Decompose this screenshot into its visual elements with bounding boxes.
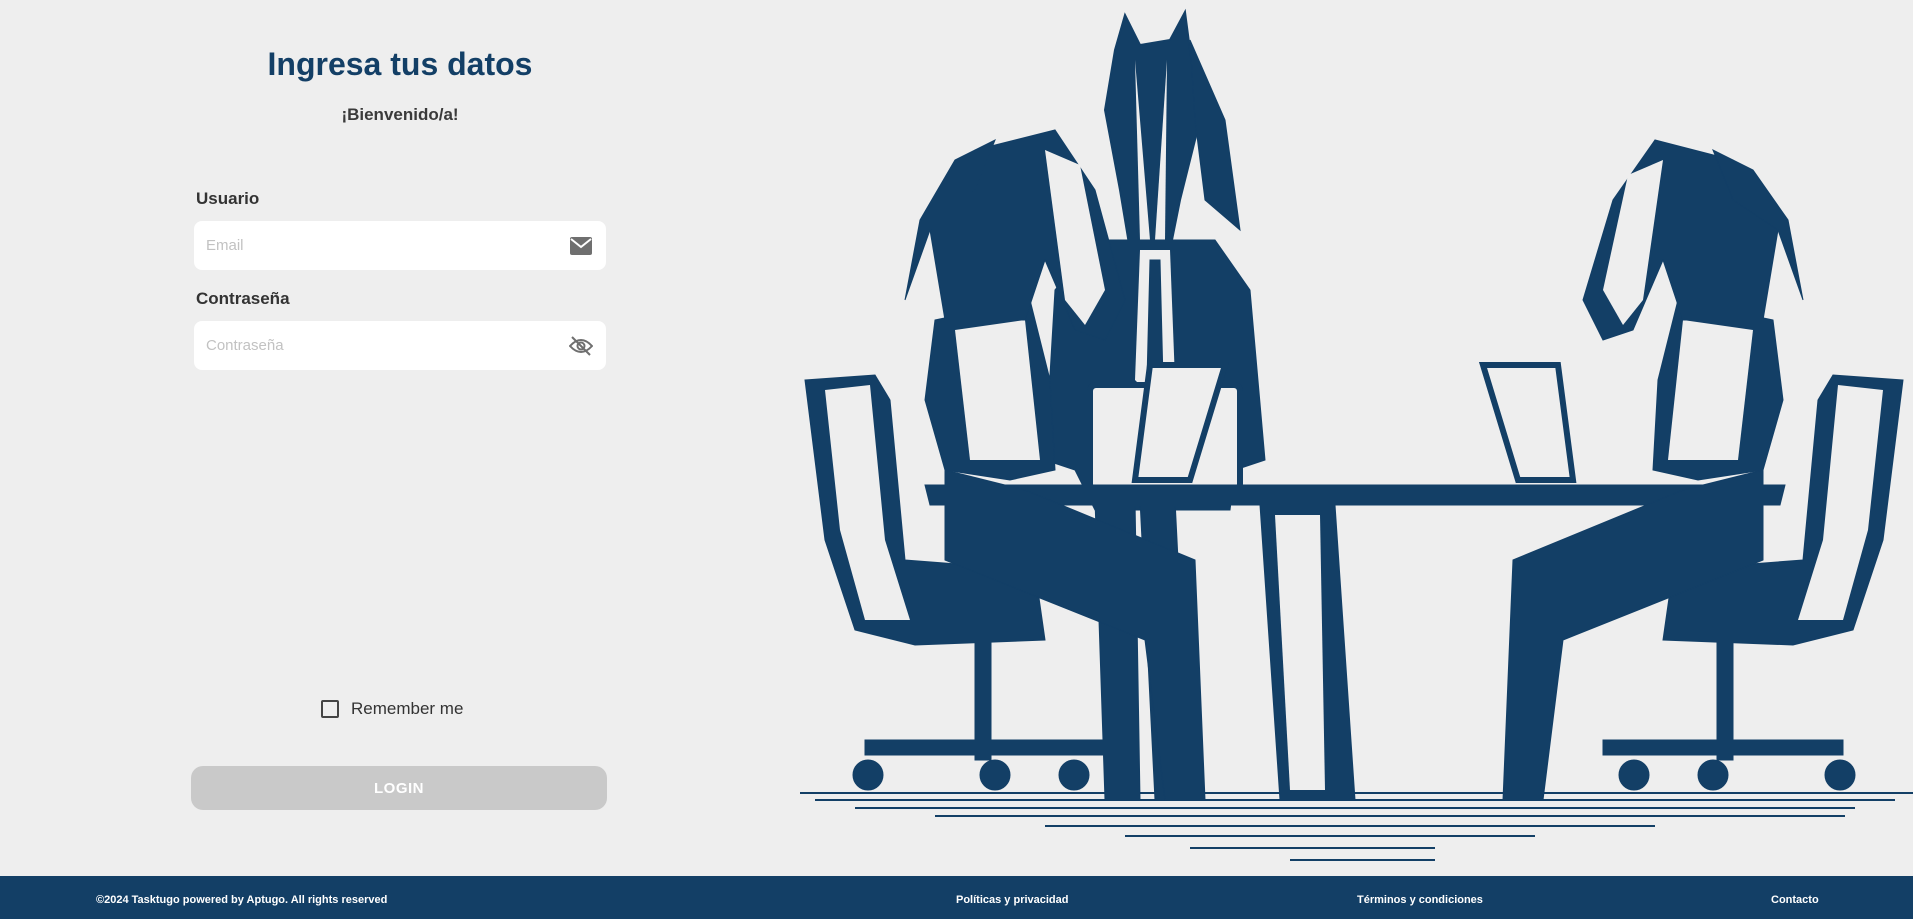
welcome-subtitle: ¡Bienvenido/a! — [341, 105, 459, 124]
footer-copyright: ©2024 Tasktugo powered by Aptugo. All ri… — [96, 894, 388, 906]
remember-me-checkbox[interactable] — [321, 700, 339, 718]
password-input[interactable] — [206, 337, 568, 354]
illustration-svg — [800, 8, 1913, 861]
footer-link-privacy[interactable]: Políticas y privacidad — [956, 894, 1069, 906]
footer: ©2024 Tasktugo powered by Aptugo. All ri… — [0, 876, 1913, 919]
horses-meeting-illustration — [795, 0, 1913, 876]
login-panel: Ingresa tus datos ¡Bienvenido/a! Usuario… — [0, 0, 800, 876]
username-field — [194, 221, 606, 270]
remember-me-label: Remember me — [351, 699, 464, 718]
login-page: Ingresa tus datos ¡Bienvenido/a! Usuario… — [0, 0, 1913, 919]
password-field — [194, 321, 606, 370]
eye-off-icon[interactable] — [568, 333, 594, 359]
page-title: Ingresa tus datos — [267, 46, 533, 82]
username-label: Usuario — [196, 189, 260, 208]
footer-link-contact[interactable]: Contacto — [1771, 894, 1819, 906]
footer-link-terms[interactable]: Términos y condiciones — [1357, 894, 1483, 906]
remember-me[interactable]: Remember me — [321, 699, 463, 719]
password-label: Contraseña — [196, 289, 290, 308]
email-input[interactable] — [206, 237, 568, 254]
login-button[interactable]: LOGIN — [191, 766, 607, 810]
mail-icon — [568, 233, 594, 259]
